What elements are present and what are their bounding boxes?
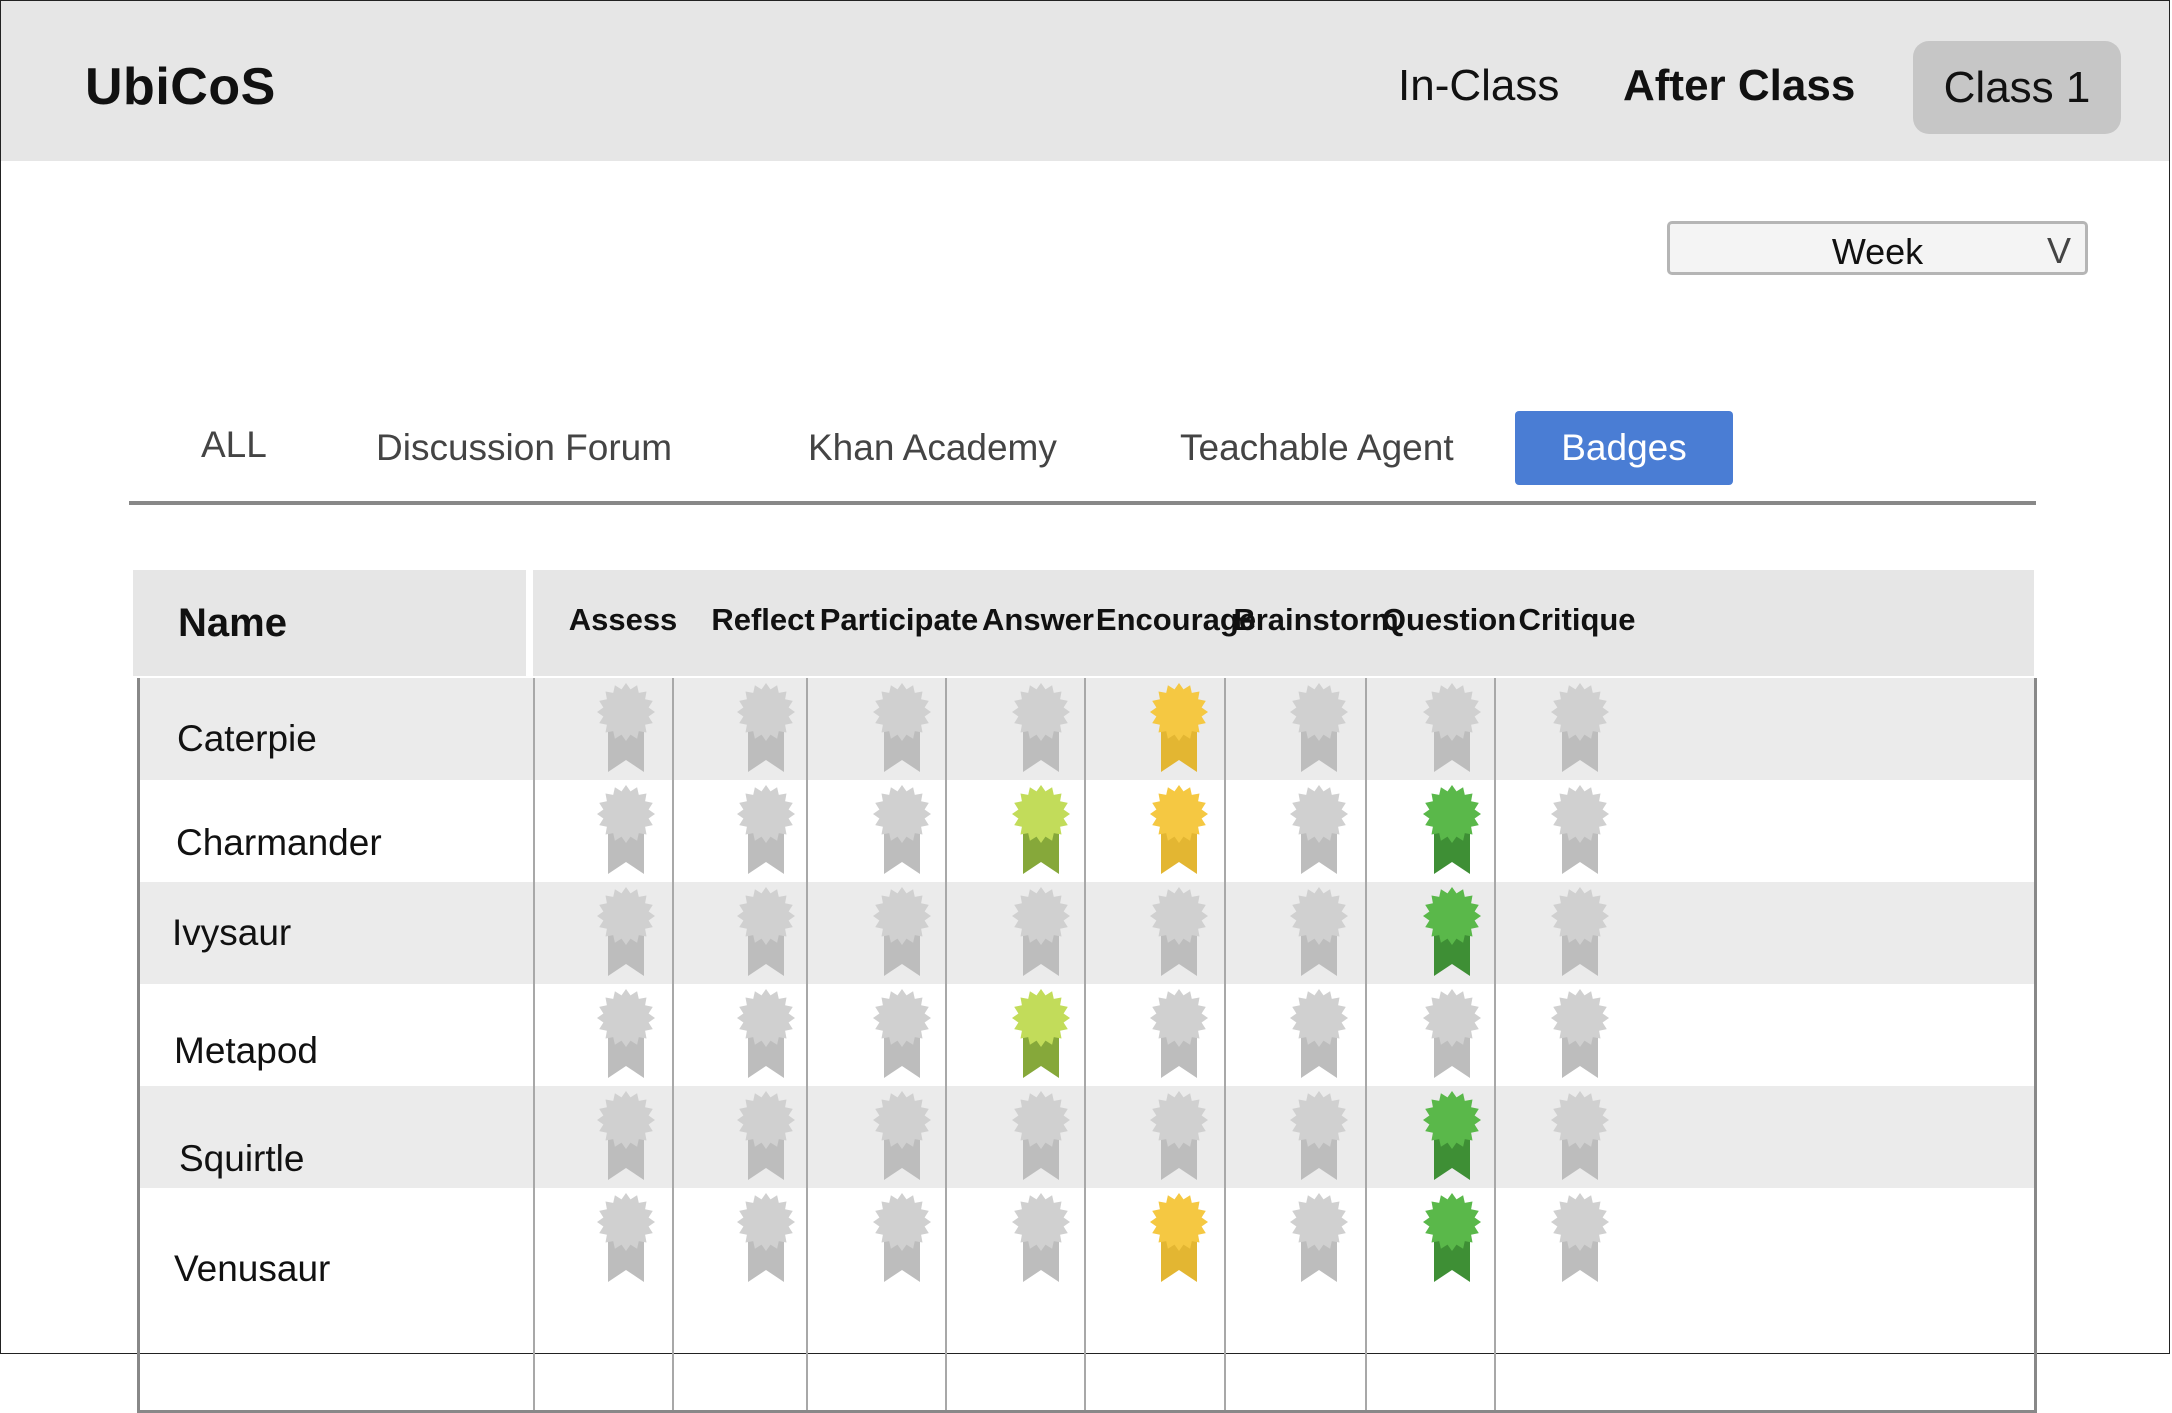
badge-icon-question-none: [1419, 988, 1485, 1080]
time-range-dropdown[interactable]: Week V: [1667, 221, 2088, 275]
top-navbar: UbiCoS In-Class After Class Class 1: [1, 1, 2169, 161]
badge-icon-question-green: [1419, 886, 1485, 978]
student-name: Caterpie: [177, 718, 317, 759]
badge-icon-brainstorm-none: [1286, 886, 1352, 978]
badge-icon-encourage-none: [1146, 1090, 1212, 1182]
table-row: Charmander: [140, 780, 2034, 882]
column-header-reflect: Reflect: [711, 602, 815, 637]
table-row: Squirtle: [140, 1086, 2034, 1188]
badge-icon-assess-none: [593, 1192, 659, 1284]
table-row: Venusaur: [140, 1188, 2034, 1308]
badge-icon-participate-none: [869, 682, 935, 774]
badge-column-headers: Assess Reflect Participate Answer Encourage B…: [533, 570, 2034, 676]
badge-icon-brainstorm-none: [1286, 682, 1352, 774]
badge-icon-participate-none: [869, 1192, 935, 1284]
column-divider: [1084, 678, 1086, 1410]
badge-icon-brainstorm-none: [1286, 784, 1352, 876]
badge-icon-encourage-gold: [1146, 682, 1212, 774]
badge-icon-answer-lime: [1008, 988, 1074, 1080]
badge-icon-critique-none: [1547, 784, 1613, 876]
badge-icon-reflect-none: [733, 784, 799, 876]
badge-icon-question-none: [1419, 682, 1485, 774]
badge-icon-answer-none: [1008, 1192, 1074, 1284]
badge-icon-participate-none: [869, 784, 935, 876]
badge-icon-encourage-gold: [1146, 784, 1212, 876]
student-name: Ivysaur: [172, 912, 292, 953]
tab-badges[interactable]: Badges: [1515, 411, 1733, 485]
tab-divider: [129, 501, 2036, 505]
badges-table: Name Assess Reflect Participate Answer Encou…: [133, 570, 2037, 1413]
nav-in-class[interactable]: In-Class: [1398, 61, 1559, 111]
student-name: Charmander: [176, 822, 382, 863]
column-divider: [945, 678, 947, 1410]
badge-icon-critique-none: [1547, 988, 1613, 1080]
tab-discussion-forum[interactable]: Discussion Forum: [376, 427, 672, 469]
student-name: Metapod: [174, 1030, 318, 1071]
column-divider: [1494, 678, 1496, 1410]
column-header-answer: Answer: [982, 602, 1094, 637]
badge-icon-brainstorm-none: [1286, 1192, 1352, 1284]
badge-icon-reflect-none: [733, 886, 799, 978]
column-header-participate: Participate: [819, 602, 979, 637]
column-header-name: Name: [133, 570, 526, 676]
badge-icon-critique-none: [1547, 1090, 1613, 1182]
badge-icon-participate-none: [869, 988, 935, 1080]
column-divider: [1224, 678, 1226, 1410]
column-divider: [1365, 678, 1367, 1410]
student-name: Squirtle: [179, 1138, 305, 1179]
table-body: Caterpie Charmander Ivysaur Metapod Squirtle…: [137, 678, 2037, 1413]
tab-all[interactable]: ALL: [201, 424, 267, 466]
badge-icon-reflect-none: [733, 682, 799, 774]
badge-icon-critique-none: [1547, 886, 1613, 978]
badge-icon-participate-none: [869, 886, 935, 978]
column-header-brainstorm: Brainstorm: [1233, 602, 1399, 637]
column-header-assess: Assess: [568, 602, 678, 637]
badge-icon-assess-none: [593, 784, 659, 876]
table-row: Ivysaur: [140, 882, 2034, 984]
table-header: Name Assess Reflect Participate Answer Encou…: [133, 570, 2034, 676]
nav-after-class[interactable]: After Class: [1623, 61, 1855, 111]
tab-khan-academy[interactable]: Khan Academy: [808, 427, 1057, 469]
app-logo[interactable]: UbiCoS: [85, 57, 276, 117]
badge-icon-critique-none: [1547, 1192, 1613, 1284]
chevron-down-icon: V: [2046, 230, 2071, 271]
badge-icon-reflect-none: [733, 988, 799, 1080]
badge-icon-participate-none: [869, 1090, 935, 1182]
badge-icon-question-green: [1419, 1090, 1485, 1182]
column-header-encourage: Encourage: [1095, 602, 1257, 637]
column-header-question: Question: [1381, 602, 1517, 637]
badge-icon-critique-none: [1547, 682, 1613, 774]
column-header-critique: Critique: [1518, 602, 1636, 637]
column-divider: [806, 678, 808, 1410]
badge-icon-answer-none: [1008, 1090, 1074, 1182]
student-name: Venusaur: [174, 1248, 331, 1289]
table-row: Caterpie: [140, 678, 2034, 780]
time-range-selected: Week: [1831, 231, 1924, 272]
badge-icon-assess-none: [593, 886, 659, 978]
column-divider: [533, 678, 535, 1410]
column-divider: [672, 678, 674, 1410]
badge-icon-answer-lime: [1008, 784, 1074, 876]
badge-icon-answer-none: [1008, 682, 1074, 774]
badge-icon-assess-none: [593, 1090, 659, 1182]
badge-icon-assess-none: [593, 682, 659, 774]
badge-icon-reflect-none: [733, 1192, 799, 1284]
badge-icon-assess-none: [593, 988, 659, 1080]
badge-icon-reflect-none: [733, 1090, 799, 1182]
badge-icon-brainstorm-none: [1286, 1090, 1352, 1182]
badge-icon-question-green: [1419, 1192, 1485, 1284]
table-row: Metapod: [140, 984, 2034, 1086]
badge-icon-encourage-none: [1146, 988, 1212, 1080]
badge-icon-encourage-gold: [1146, 1192, 1212, 1284]
badge-icon-question-green: [1419, 784, 1485, 876]
tab-teachable-agent[interactable]: Teachable Agent: [1180, 427, 1454, 469]
class-selector-button[interactable]: Class 1: [1913, 41, 2121, 134]
badge-icon-brainstorm-none: [1286, 988, 1352, 1080]
badge-icon-encourage-none: [1146, 886, 1212, 978]
badge-icon-answer-none: [1008, 886, 1074, 978]
